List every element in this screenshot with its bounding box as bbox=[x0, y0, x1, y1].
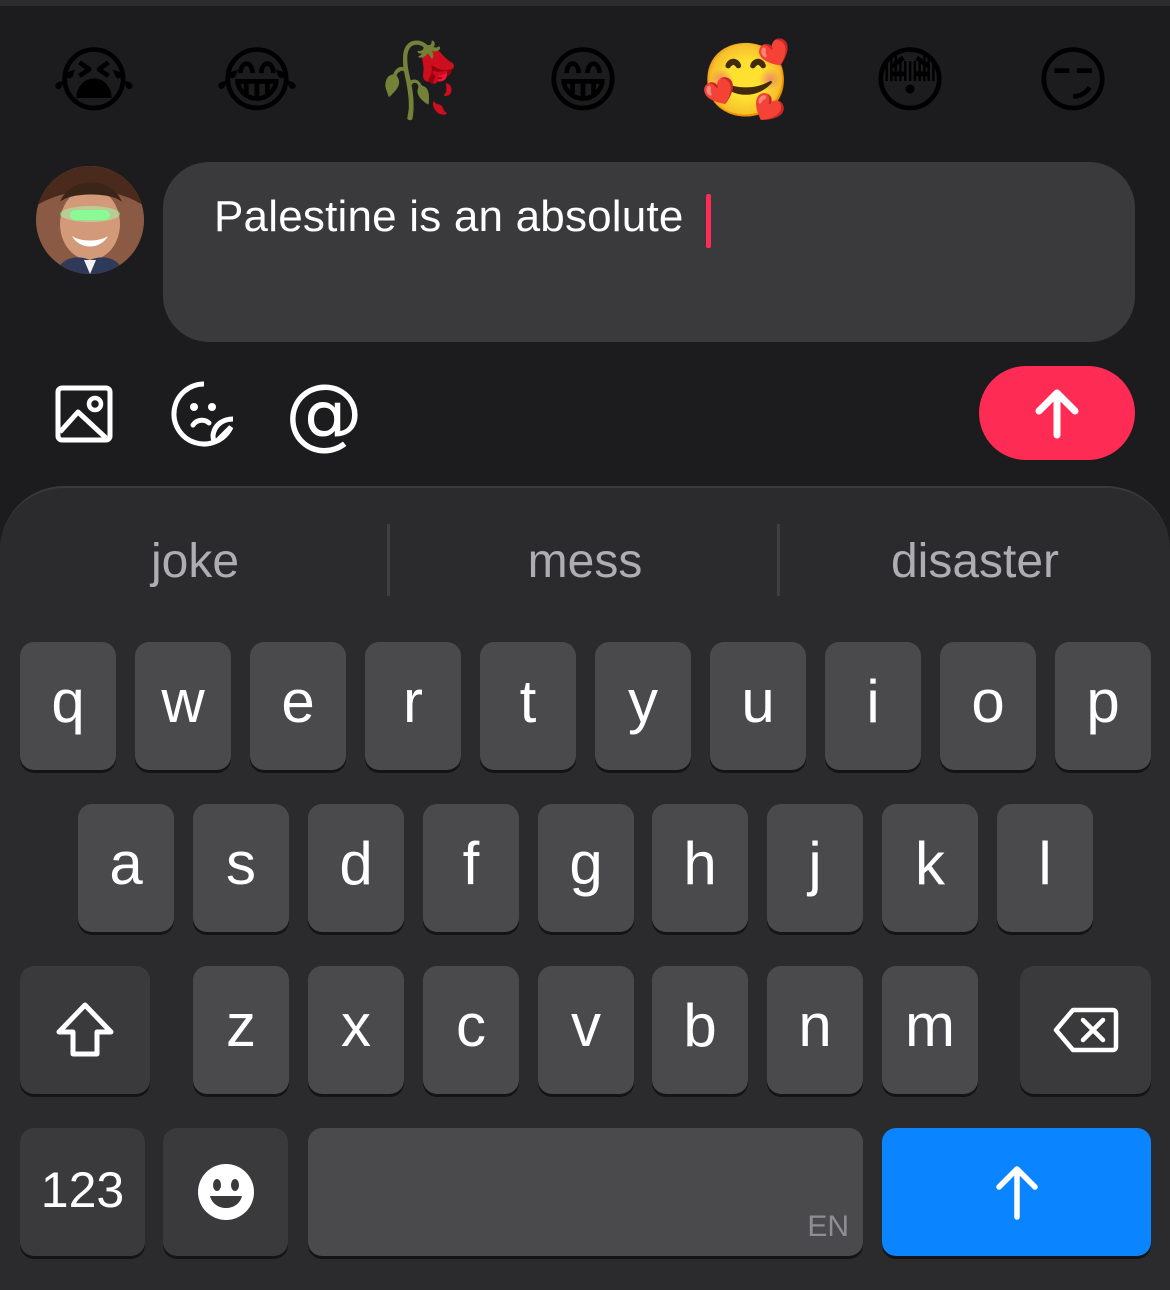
emoji-key[interactable] bbox=[163, 1128, 288, 1256]
key-label: z bbox=[226, 992, 256, 1059]
key-b[interactable]: b bbox=[652, 966, 748, 1094]
key-a[interactable]: a bbox=[78, 804, 174, 932]
key-k[interactable]: k bbox=[882, 804, 978, 932]
key-label: b bbox=[683, 992, 717, 1059]
key-label: x bbox=[341, 992, 371, 1059]
user-avatar[interactable] bbox=[36, 166, 144, 274]
shift-key[interactable] bbox=[20, 966, 150, 1094]
key-label: j bbox=[808, 830, 822, 897]
mention-icon[interactable]: @ bbox=[285, 369, 363, 459]
suggestion-3[interactable]: disaster bbox=[840, 538, 1110, 586]
key-label: k bbox=[915, 830, 945, 897]
key-label: v bbox=[571, 992, 601, 1059]
comment-input[interactable] bbox=[163, 162, 1135, 342]
key-h[interactable]: h bbox=[652, 804, 748, 932]
emoji-flushed[interactable]: 😳 bbox=[860, 30, 960, 130]
mention-glyph: @ bbox=[285, 369, 363, 459]
backspace-icon bbox=[1053, 1007, 1118, 1053]
suggestion-2[interactable]: mess bbox=[450, 538, 720, 586]
key-label: s bbox=[226, 830, 256, 897]
emoji-wilted-rose[interactable]: 🥀 bbox=[370, 30, 470, 130]
key-e[interactable]: e bbox=[250, 642, 346, 770]
key-l[interactable]: l bbox=[997, 804, 1093, 932]
top-divider bbox=[0, 0, 1170, 6]
numbers-key[interactable]: 123 bbox=[20, 1128, 145, 1256]
key-label: w bbox=[161, 668, 205, 735]
key-p[interactable]: p bbox=[1055, 642, 1151, 770]
image-icon[interactable] bbox=[48, 378, 120, 450]
key-o[interactable]: o bbox=[940, 642, 1036, 770]
key-label: a bbox=[109, 830, 143, 897]
emoji-face-icon bbox=[197, 1164, 254, 1220]
shift-icon bbox=[56, 1002, 114, 1057]
key-label: p bbox=[1086, 668, 1120, 735]
quick-emoji-row: 😭 😂 🥀 😁 🥰 😳 😏 bbox=[0, 30, 1170, 130]
text-caret bbox=[706, 194, 711, 248]
key-label: g bbox=[569, 830, 603, 897]
suggestion-divider bbox=[387, 524, 390, 596]
comment-input-text: Palestine is an absolute bbox=[214, 192, 684, 241]
key-label: t bbox=[519, 668, 537, 735]
key-n[interactable]: n bbox=[767, 966, 863, 1094]
key-s[interactable]: s bbox=[193, 804, 289, 932]
key-c[interactable]: c bbox=[423, 966, 519, 1094]
numbers-key-label: 123 bbox=[40, 1162, 125, 1218]
return-key[interactable] bbox=[882, 1128, 1151, 1256]
key-g[interactable]: g bbox=[538, 804, 634, 932]
key-label: n bbox=[798, 992, 832, 1059]
key-f[interactable]: f bbox=[423, 804, 519, 932]
emoji-smirk[interactable]: 😏 bbox=[1023, 30, 1123, 130]
sticker-icon[interactable] bbox=[168, 378, 240, 450]
key-label: h bbox=[683, 830, 717, 897]
key-m[interactable]: m bbox=[882, 966, 978, 1094]
key-x[interactable]: x bbox=[308, 966, 404, 1094]
emoji-grinning[interactable]: 😁 bbox=[533, 30, 633, 130]
send-comment-button[interactable] bbox=[979, 366, 1135, 460]
key-u[interactable]: u bbox=[710, 642, 806, 770]
language-indicator: EN bbox=[807, 1210, 849, 1243]
key-q[interactable]: q bbox=[20, 642, 116, 770]
key-w[interactable]: w bbox=[135, 642, 231, 770]
emoji-loudly-crying[interactable]: 😭 bbox=[44, 30, 144, 130]
key-j[interactable]: j bbox=[767, 804, 863, 932]
key-label: e bbox=[281, 668, 315, 735]
key-i[interactable]: i bbox=[825, 642, 921, 770]
key-t[interactable]: t bbox=[480, 642, 576, 770]
key-label: o bbox=[971, 668, 1005, 735]
space-bar[interactable]: EN bbox=[308, 1128, 863, 1256]
emoji-tears-of-joy[interactable]: 😂 bbox=[207, 30, 307, 130]
key-label: f bbox=[462, 830, 480, 897]
key-y[interactable]: y bbox=[595, 642, 691, 770]
arrow-up-icon bbox=[995, 1166, 1038, 1220]
key-label: d bbox=[339, 830, 373, 897]
delete-key[interactable] bbox=[1020, 966, 1151, 1094]
key-label: r bbox=[403, 668, 423, 735]
key-label: u bbox=[741, 668, 775, 735]
suggestion-divider bbox=[777, 524, 780, 596]
arrow-up-icon bbox=[1035, 389, 1079, 439]
key-label: q bbox=[51, 668, 85, 735]
comment-composer-screen: 😭 😂 🥀 😁 🥰 😳 😏 Palestine is an absolute @… bbox=[0, 0, 1170, 1290]
key-label: m bbox=[905, 992, 955, 1059]
key-v[interactable]: v bbox=[538, 966, 634, 1094]
key-z[interactable]: z bbox=[193, 966, 289, 1094]
key-r[interactable]: r bbox=[365, 642, 461, 770]
key-label: i bbox=[866, 668, 880, 735]
key-label: c bbox=[456, 992, 486, 1059]
avatar-image bbox=[36, 166, 144, 274]
key-label: y bbox=[628, 668, 658, 735]
key-label: l bbox=[1038, 830, 1052, 897]
emoji-smiling-hearts[interactable]: 🥰 bbox=[696, 30, 796, 130]
key-d[interactable]: d bbox=[308, 804, 404, 932]
suggestion-1[interactable]: joke bbox=[60, 538, 330, 586]
